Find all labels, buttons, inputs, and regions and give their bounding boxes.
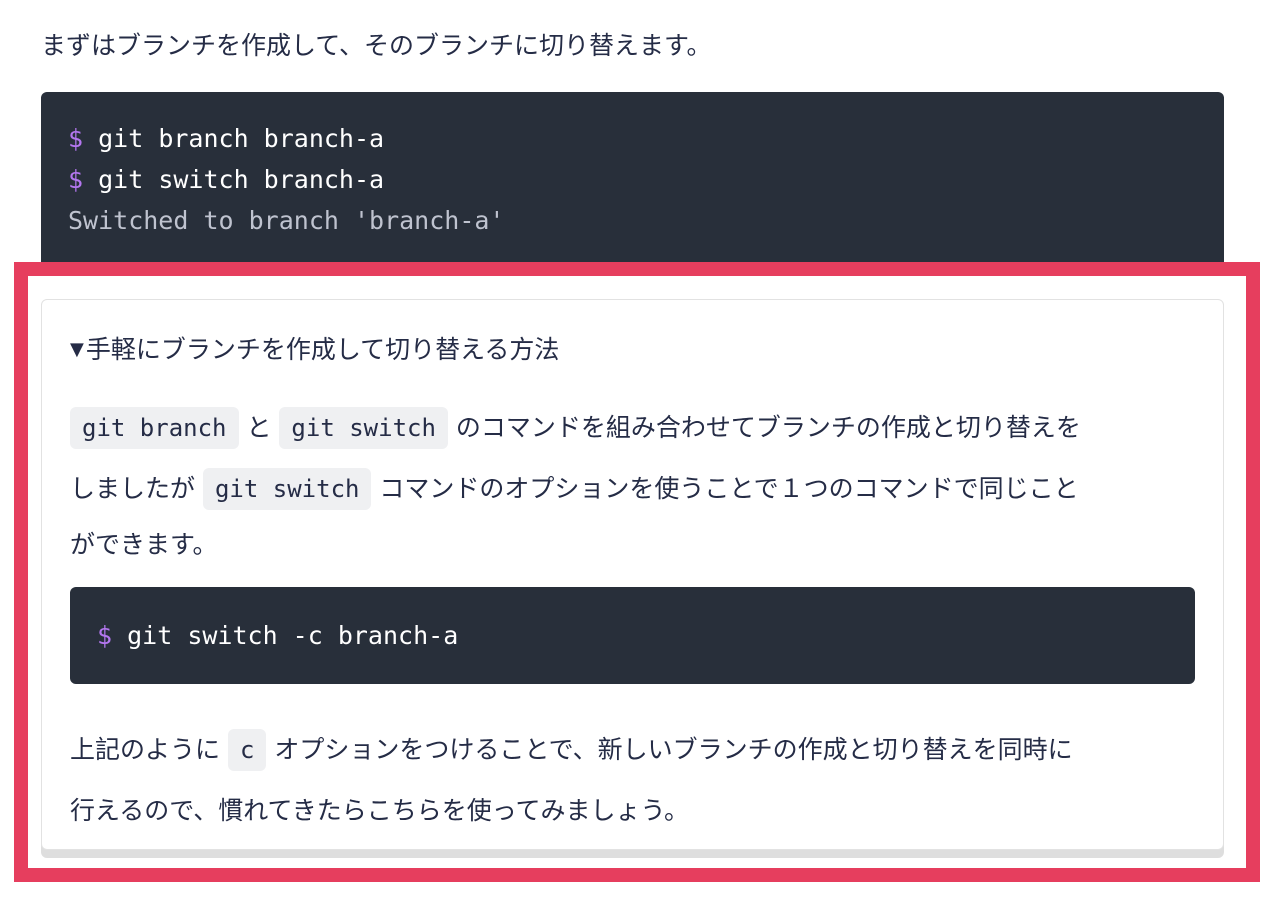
inline-code: git switch	[202, 468, 372, 510]
details-summary-label: 手軽にブランチを作成して切り替える方法	[85, 335, 560, 364]
intro-paragraph: まずはブランチを作成して、そのブランチに切り替えます。	[41, 31, 712, 60]
inline-code: git switch	[279, 407, 448, 449]
command-output: Switched to branch 'branch-a'	[68, 206, 505, 235]
paragraph-row: 上記のように c オプションをつけることで、新しいブランチの作成と切り替えを同時…	[70, 719, 1073, 780]
details-paragraph-2: 上記のように c オプションをつけることで、新しいブランチの作成と切り替えを同時…	[70, 719, 1073, 841]
command-text: git switch branch-a	[83, 165, 385, 194]
disclosure-triangle-icon: ▼	[70, 339, 84, 360]
command-text: git switch -c branch-a	[112, 621, 459, 650]
paragraph-text: と	[246, 413, 272, 442]
paragraph-text: しましたが	[70, 474, 196, 503]
paragraph-text: コマンドのオプションを使うことで１つのコマンドで同じこと	[379, 474, 1079, 503]
paragraph-text: オプションをつけることで、新しいブランチの作成と切り替えを同時に	[274, 735, 1073, 764]
inline-code: git branch	[70, 407, 239, 449]
code-block-branch-switch: $ git branch branch-a $ git switch branc…	[41, 92, 1224, 272]
paragraph-row: 行えるので、慣れてきたらこちらを使ってみましょう。	[70, 780, 1073, 841]
command-text: git branch branch-a	[83, 124, 385, 153]
inline-code: c	[227, 729, 267, 771]
paragraph-text: 上記のように	[70, 735, 221, 764]
paragraph-row: しましたが git switch コマンドのオプションを使うことで１つのコマンド…	[70, 458, 1081, 519]
paragraph-text: ができます。	[70, 530, 218, 559]
paragraph-text: のコマンドを組み合わせてブランチの作成と切り替えを	[455, 413, 1081, 442]
code-line: $ git branch branch-a	[68, 118, 1224, 159]
paragraph-row: git branch と git switch のコマンドを組み合わせてブランチ…	[70, 397, 1081, 458]
details-accordion: ▼手軽にブランチを作成して切り替える方法 git branch と git sw…	[41, 299, 1224, 850]
paragraph-text: 行えるので、慣れてきたらこちらを使ってみましょう。	[70, 796, 690, 825]
code-line: $ git switch -c branch-a	[97, 615, 1195, 656]
prompt-symbol: $	[68, 124, 84, 153]
details-summary-toggle[interactable]: ▼手軽にブランチを作成して切り替える方法	[70, 328, 559, 372]
code-block-switch-c: $ git switch -c branch-a	[70, 587, 1195, 684]
code-line: $ git switch branch-a	[68, 159, 1224, 200]
prompt-symbol: $	[97, 621, 113, 650]
details-paragraph-1: git branch と git switch のコマンドを組み合わせてブランチ…	[70, 397, 1081, 571]
paragraph-row: ができます。	[70, 519, 1081, 571]
prompt-symbol: $	[68, 165, 84, 194]
